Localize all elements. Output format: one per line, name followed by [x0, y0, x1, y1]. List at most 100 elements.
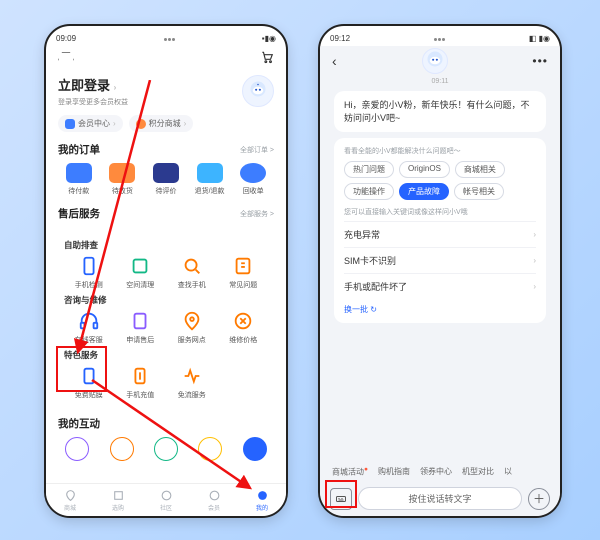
tab-mine[interactable]: 我的	[238, 484, 286, 516]
interact-5[interactable]	[234, 437, 276, 461]
chip-originos[interactable]: OriginOS	[399, 161, 450, 178]
svc-repair-price[interactable]: 维修价格	[219, 310, 269, 345]
sugg-1[interactable]: 商城活动●	[332, 466, 368, 478]
find-icon	[181, 255, 203, 277]
add-button[interactable]: ＋	[528, 488, 550, 510]
group-consult: 咨询与维修	[64, 294, 268, 306]
faq-charging[interactable]: 充电异常›	[344, 221, 536, 247]
login-block[interactable]: 立即登录 › 登录享受更多会员权益	[58, 75, 128, 107]
greeting-bubble: Hi，亲爱的小V粉，新年快乐！有什么问题，不妨问问小V吧~	[334, 91, 546, 132]
phone-check-icon	[78, 255, 100, 277]
svc-apply-aftersale[interactable]: 申请售后	[116, 310, 166, 345]
back-button[interactable]: ‹	[332, 53, 337, 69]
headset-icon	[78, 310, 100, 332]
interact-3[interactable]	[145, 437, 187, 461]
robot-icon	[426, 50, 444, 73]
status-bar: 09:09 ▪▮◉	[46, 26, 286, 46]
header	[46, 46, 286, 73]
chat-avatar	[422, 48, 448, 74]
chip-hot[interactable]: 热门问题	[344, 161, 394, 178]
group-selfcheck: 自助排查	[64, 239, 268, 251]
status-indicators	[163, 34, 175, 43]
phone-left: 09:09 ▪▮◉ 立即登录 › 登录享受更多会员权益	[44, 24, 288, 518]
svc-online-cs[interactable]: 在线客服	[64, 310, 114, 345]
refund-icon	[197, 163, 223, 183]
annotation-box-keyboard	[325, 480, 357, 508]
order-recycle[interactable]: 回收单	[232, 163, 274, 196]
svc-free-data[interactable]: 免流服务	[167, 365, 217, 400]
svc-recharge[interactable]: 手机充值	[116, 365, 166, 400]
status-time: 09:12	[330, 34, 350, 43]
annotation-box-online-cs	[56, 346, 107, 392]
sugg-4[interactable]: 机型对比	[462, 466, 494, 478]
section-aftersale: 售后服务全部服务 >	[58, 206, 274, 221]
orders-grid: 待付款 待收货 待评价 退货/退款 回收单	[58, 163, 274, 196]
ring-icon	[110, 437, 134, 461]
tab-community[interactable]: 社区	[142, 484, 190, 516]
chip-product-fault[interactable]: 产品故障	[399, 183, 449, 200]
tab-shop[interactable]: 商城	[46, 484, 94, 516]
settings-hex-icon[interactable]	[58, 52, 74, 68]
svc-service-center[interactable]: 服务网点	[167, 310, 217, 345]
order-refund[interactable]: 退货/退款	[189, 163, 231, 196]
status-right: ◧ ▮◉	[529, 34, 550, 43]
svc-faq[interactable]: 常见问题	[219, 255, 269, 290]
diamond-icon	[65, 119, 75, 129]
section-interact: 我的互动	[58, 416, 274, 431]
interact-4[interactable]	[189, 437, 231, 461]
chat-icon	[153, 163, 179, 183]
interact-2[interactable]	[100, 437, 142, 461]
truck-icon	[109, 163, 135, 183]
coin-icon	[136, 119, 146, 129]
data-icon	[181, 365, 203, 387]
interact-1[interactable]	[56, 437, 98, 461]
chip-function[interactable]: 功能操作	[344, 183, 394, 200]
ring-icon	[243, 437, 267, 461]
order-pending-review[interactable]: 待评价	[145, 163, 187, 196]
more-button[interactable]: •••	[532, 54, 548, 68]
pill-points-mall[interactable]: 积分商城›	[129, 115, 194, 132]
swap-button[interactable]: 换一批 ↻	[344, 304, 536, 315]
form-icon	[129, 310, 151, 332]
sugg-3[interactable]: 领券中心	[420, 466, 452, 478]
cart-icon[interactable]	[260, 50, 274, 69]
chip-row: 热门问题 OriginOS 商城相关 功能操作 产品故障 帐号相关	[344, 161, 536, 200]
question-icon	[232, 255, 254, 277]
status-bar: 09:12 ◧ ▮◉	[320, 26, 560, 46]
robot-icon	[249, 80, 267, 103]
price-icon	[232, 310, 254, 332]
sugg-2[interactable]: 购机指南	[378, 466, 410, 478]
tab-buy[interactable]: 选购	[94, 484, 142, 516]
svc-phone-check[interactable]: 手机检测	[64, 255, 114, 290]
order-pending-pay[interactable]: 待付款	[58, 163, 100, 196]
hint-text: 您可以直接输入关键词或像这样问小V哦	[344, 207, 536, 217]
login-subtitle: 登录享受更多会员权益	[58, 97, 128, 107]
suggestion-row: 商城活动● 购机指南 领券中心 机型对比 以	[320, 466, 560, 478]
ring-icon	[154, 437, 178, 461]
pill-member-center[interactable]: 会员中心›	[58, 115, 123, 132]
svc-find-phone[interactable]: 查找手机	[167, 255, 217, 290]
aftersale-more[interactable]: 全部服务 >	[240, 209, 274, 219]
recycle-icon	[240, 163, 266, 183]
status-time: 09:09	[56, 34, 76, 43]
guide-text: 看看全能的小V都能解决什么问题吧～	[344, 146, 536, 156]
recharge-icon	[129, 365, 151, 387]
svc-cleanup[interactable]: 空间清理	[116, 255, 166, 290]
voice-input[interactable]: 按住说话转文字	[358, 487, 522, 510]
sugg-5[interactable]: 以	[504, 466, 512, 478]
broom-icon	[129, 255, 151, 277]
tab-bar: 商城 选购 社区 会员 我的	[46, 483, 286, 516]
status-right: ▪▮◉	[262, 34, 276, 43]
chip-account[interactable]: 帐号相关	[454, 183, 504, 200]
options-bubble: 看看全能的小V都能解决什么问题吧～ 热门问题 OriginOS 商城相关 功能操…	[334, 138, 546, 323]
avatar[interactable]	[242, 75, 274, 107]
chat-timestamp: 09:11	[320, 78, 560, 85]
chip-mall[interactable]: 商城相关	[455, 161, 505, 178]
faq-sim[interactable]: SIM卡不识别›	[344, 247, 536, 273]
status-indicators	[433, 34, 445, 43]
phone-right: 09:12 ◧ ▮◉ ‹ ••• 09:11 Hi，亲爱的小V粉，新年快乐！有什…	[318, 24, 562, 518]
order-pending-receive[interactable]: 待收货	[102, 163, 144, 196]
tab-member[interactable]: 会员	[190, 484, 238, 516]
orders-more[interactable]: 全部订单 >	[240, 145, 274, 155]
faq-broken[interactable]: 手机或配件坏了›	[344, 273, 536, 299]
